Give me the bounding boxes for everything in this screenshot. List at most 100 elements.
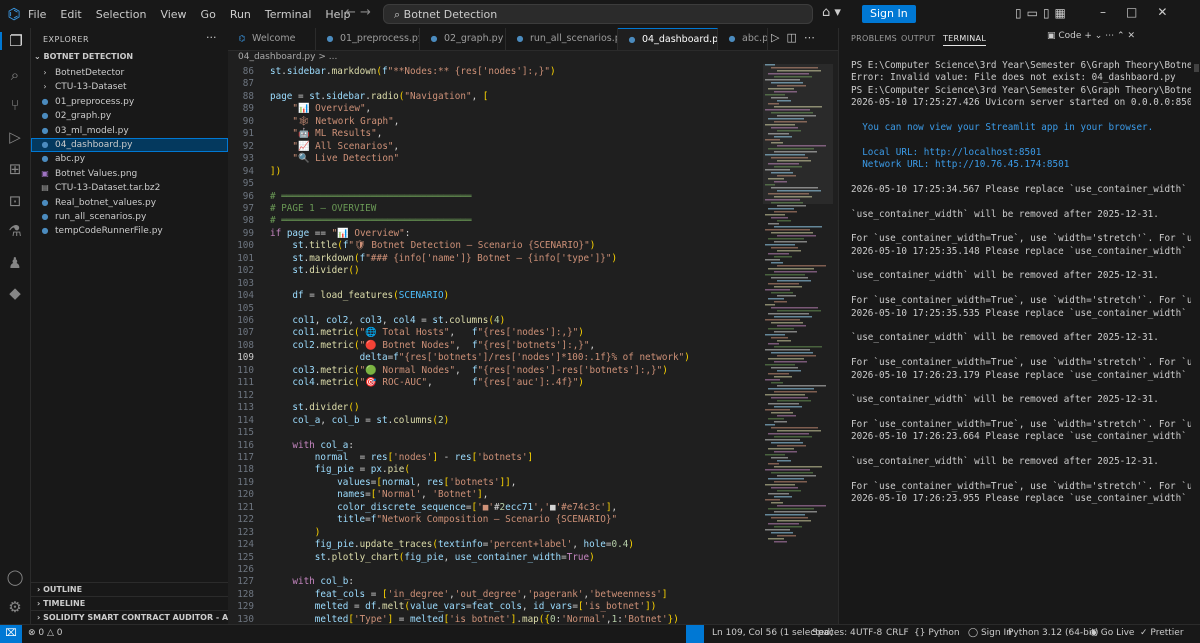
file-item[interactable]: ● Real_botnet_values.py	[31, 196, 228, 210]
tab-welcome[interactable]: ⌬ Welcome	[228, 28, 316, 50]
file-item[interactable]: ● 01_preprocess.py	[31, 95, 228, 109]
terminal-output[interactable]: PS E:\Computer Science\3rd Year\Semester…	[851, 60, 1191, 620]
testing-icon[interactable]: ⚗	[0, 222, 30, 240]
search-icon[interactable]: ⌕	[0, 66, 30, 84]
code-line[interactable]: 117 normal = res['nodes'] - res['botnets…	[228, 452, 758, 464]
code-line[interactable]: 86 st.sidebar.markdown(f"**Nodes:** {res[…	[228, 66, 758, 78]
code-line[interactable]: 122 title=f"Network Composition — Scenar…	[228, 514, 758, 526]
tab-abc[interactable]: ●abc.py	[718, 28, 768, 50]
code-line[interactable]: 99 if page == "📊 Overview":	[228, 228, 758, 240]
outline-section[interactable]: › OUTLINE	[31, 582, 228, 596]
tab-problems[interactable]: PROBLEMS	[851, 34, 897, 43]
file-item[interactable]: ● 04_dashboard.py	[31, 138, 228, 152]
layout-toggle-icons[interactable]: ▯▭▯▦	[1015, 6, 1071, 20]
tab-04-dashboard[interactable]: ●04_dashboard.py ✕	[618, 28, 718, 50]
project-folder[interactable]: ⌄ BOTNET DETECTION	[34, 52, 133, 61]
code-line[interactable]: 119 values=[normal, res['botnets']],	[228, 477, 758, 489]
code-line[interactable]: 128 feat_cols = ['in_degree','out_degree…	[228, 589, 758, 601]
file-item[interactable]: ▤ CTU-13-Dataset.tar.bz2	[31, 181, 228, 195]
code-line[interactable]: 95	[228, 178, 758, 190]
code-line[interactable]: 106 col1, col2, col3, col4 = st.columns(…	[228, 315, 758, 327]
code-line[interactable]: 120 names=['Normal', 'Botnet'],	[228, 489, 758, 501]
code-line[interactable]: 110 col3.metric("🟢 Normal Nodes", f"{res…	[228, 365, 758, 377]
editor-actions[interactable]: ▷◫⋯	[771, 31, 822, 44]
menu-file[interactable]: File	[28, 8, 46, 21]
chevron-up-icon[interactable]: ⌃	[1117, 31, 1125, 41]
copilot-icon[interactable]: ⌂ ▾	[822, 5, 841, 20]
menu-selection[interactable]: Selection	[96, 8, 147, 21]
code-line[interactable]: 92 "📈 All Scenarios",	[228, 141, 758, 153]
remote-icon[interactable]: ⌧	[0, 625, 22, 643]
tab-output[interactable]: OUTPUT	[901, 34, 935, 43]
menu-view[interactable]: View	[160, 8, 186, 21]
more-actions-icon[interactable]: ⋯	[1105, 31, 1114, 41]
accounts-extension-icon[interactable]: ♟	[0, 254, 30, 272]
menu-go[interactable]: Go	[201, 8, 216, 21]
prettier-status[interactable]: ✓ Prettier	[1140, 628, 1184, 638]
extensions-icon[interactable]: ⊞	[0, 160, 30, 178]
code-line[interactable]: 125 st.plotly_chart(fig_pie, use_contain…	[228, 552, 758, 564]
menu-run[interactable]: Run	[230, 8, 251, 21]
file-item[interactable]: › CTU-13-Dataset	[31, 80, 228, 94]
file-item[interactable]: ● 03_ml_model.py	[31, 124, 228, 138]
language-mode[interactable]: {} Python	[914, 628, 960, 638]
code-line[interactable]: 107 col1.metric("🌐 Total Hosts", f"{res[…	[228, 327, 758, 339]
timeline-section[interactable]: › TIMELINE	[31, 596, 228, 610]
terminal-scrollbar[interactable]	[1194, 64, 1199, 72]
code-line[interactable]: 121 color_discrete_sequence=['■'#2ecc71'…	[228, 502, 758, 514]
problems-indicator[interactable]: ⊗ 0 △ 0	[28, 628, 63, 638]
code-line[interactable]: 112	[228, 390, 758, 402]
account-icon[interactable]: ◯	[0, 568, 30, 586]
terminal-name[interactable]: Code	[1058, 31, 1081, 41]
code-line[interactable]: 93 "🔍 Live Detection"	[228, 153, 758, 165]
menu-edit[interactable]: Edit	[60, 8, 81, 21]
run-debug-icon[interactable]: ▷	[0, 128, 30, 146]
code-line[interactable]: 104 df = load_features(SCENARIO)	[228, 290, 758, 302]
code-line[interactable]: 88 page = st.sidebar.radio("Navigation", …	[228, 91, 758, 103]
line-ending[interactable]: CRLF	[886, 628, 909, 638]
code-editor[interactable]: 86 st.sidebar.markdown(f"**Nodes:** {res[…	[228, 58, 758, 624]
zoom-icon[interactable]	[686, 625, 704, 643]
forward-arrow-icon[interactable]: →	[360, 5, 371, 20]
minimap[interactable]	[763, 64, 833, 544]
gear-icon[interactable]: ⚙	[0, 598, 30, 616]
tab-terminal[interactable]: TERMINAL	[943, 34, 987, 46]
code-line[interactable]: 114 col_a, col_b = st.columns(2)	[228, 415, 758, 427]
code-line[interactable]: 111 col4.metric("🎯 ROC-AUC", f"{res['auc…	[228, 377, 758, 389]
file-item[interactable]: ● abc.py	[31, 152, 228, 166]
file-item[interactable]: ● tempCodeRunnerFile.py	[31, 224, 228, 238]
code-line[interactable]: 113 st.divider()	[228, 402, 758, 414]
source-control-icon[interactable]: ⑂	[0, 96, 30, 114]
code-line[interactable]: 97 # PAGE 1 — OVERVIEW	[228, 203, 758, 215]
minimap-viewport[interactable]	[763, 64, 833, 204]
more-actions-icon[interactable]: ···	[206, 31, 217, 44]
code-line[interactable]: 91 "🤖 ML Results",	[228, 128, 758, 140]
code-line[interactable]: 108 col2.metric("🔴 Botnet Nodes", f"{res…	[228, 340, 758, 352]
tab-run-all-scenarios[interactable]: ● run_all_scenarios.py	[506, 28, 618, 50]
code-line[interactable]: 116 with col_a:	[228, 440, 758, 452]
code-line[interactable]: 102 st.divider()	[228, 265, 758, 277]
split-editor-icon[interactable]: ◫	[786, 31, 803, 44]
code-line[interactable]: 98 # ══════════════════════════════════	[228, 215, 758, 227]
remote-explorer-icon[interactable]: ⊡	[0, 192, 30, 210]
go-live-button[interactable]: ◉ Go Live	[1090, 628, 1134, 638]
code-line[interactable]: 101 st.markdown(f"### {info['name']} Bot…	[228, 253, 758, 265]
python-icon[interactable]: ◆	[0, 284, 30, 302]
file-item[interactable]: ● run_all_scenarios.py	[31, 210, 228, 224]
close-icon[interactable]: ✕	[1127, 31, 1135, 41]
code-line[interactable]: 100 st.title(f"🛡 Botnet Detection — Scen…	[228, 240, 758, 252]
code-line[interactable]: 124 fig_pie.update_traces(textinfo='perc…	[228, 539, 758, 551]
sign-in-button[interactable]: Sign In	[862, 5, 916, 23]
code-line[interactable]: 89 "📊 Overview",	[228, 103, 758, 115]
tab-01-preprocess[interactable]: ● 01_preprocess.py	[316, 28, 420, 50]
code-line[interactable]: 115	[228, 427, 758, 439]
code-line[interactable]: 127 with col_b:	[228, 576, 758, 588]
code-line[interactable]: 123 )	[228, 527, 758, 539]
code-line[interactable]: 87	[228, 78, 758, 90]
code-line[interactable]: 103	[228, 278, 758, 290]
chevron-down-icon[interactable]: ⌄	[1095, 31, 1103, 41]
explorer-icon[interactable]: ❐	[0, 32, 30, 50]
file-item[interactable]: ▣ Botnet Values.png	[31, 167, 228, 181]
back-arrow-icon[interactable]: ←	[345, 5, 356, 20]
code-line[interactable]: 129 melted = df.melt(value_vars=feat_col…	[228, 601, 758, 613]
